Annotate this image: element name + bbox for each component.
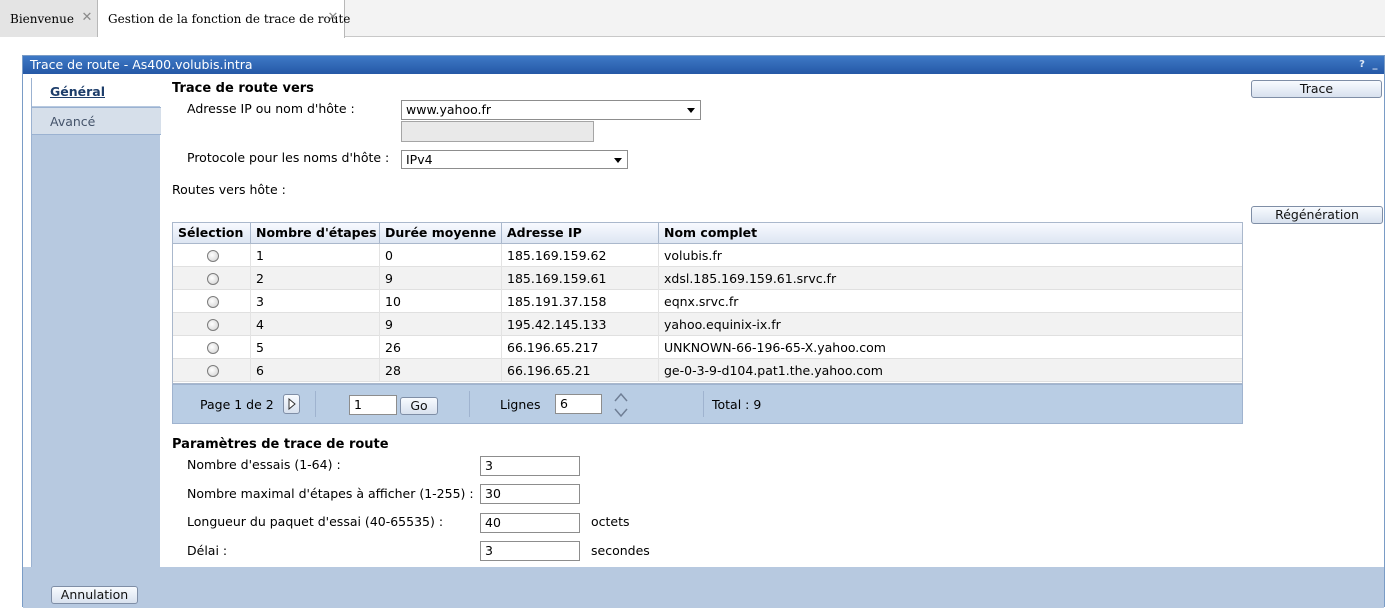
routes-label: Routes vers hôte : (172, 182, 286, 197)
table-row[interactable]: 1 0 185.169.159.62 volubis.fr (173, 244, 1242, 267)
chevron-down-icon[interactable] (687, 108, 695, 113)
maxsteps-input[interactable]: 30 (480, 484, 580, 504)
regeneration-button[interactable]: Régénération (1251, 206, 1383, 224)
routes-table: Sélection Nombre d'étapes Durée moyenne … (172, 222, 1243, 384)
protocol-label: Protocole pour les noms d'hôte : (187, 150, 390, 165)
cell-name: ge-0-3-9-d104.pat1.the.yahoo.com (664, 363, 883, 378)
tab-bar: Bienvenue ✕ Gestion de la fonction de tr… (0, 0, 1385, 38)
tab-bienvenue[interactable]: Bienvenue ✕ (0, 0, 98, 37)
stepper-arrows-icon[interactable] (613, 391, 629, 419)
cell-ip: 185.169.159.61 (502, 267, 659, 290)
cell-name: UNKNOWN-66-196-65-X.yahoo.com (664, 340, 886, 355)
sidebar-item-avance[interactable]: Avancé (32, 107, 161, 135)
tab-label: Gestion de la fonction de trace de route (108, 12, 351, 26)
col-full-name[interactable]: Nom complet (659, 223, 1243, 244)
cell-steps: 3 (251, 290, 380, 313)
go-button[interactable]: Go (400, 397, 438, 415)
triangle-right-icon (288, 397, 296, 411)
sidebar-item-general[interactable]: Général (32, 78, 161, 106)
table-row[interactable]: 3 10 185.191.37.158 eqnx.srvc.fr (173, 290, 1242, 313)
length-unit: octets (591, 514, 630, 529)
table-row[interactable]: 5 26 66.196.65.217 UNKNOWN-66-196-65-X.y… (173, 336, 1242, 359)
cell-name: yahoo.equinix-ix.fr (664, 317, 781, 332)
protocol-select[interactable]: IPv4 (401, 150, 628, 169)
page-indicator: Page 1 de 2 (200, 397, 274, 412)
tab-gestion-trace-route[interactable]: Gestion de la fonction de trace de route… (98, 0, 350, 38)
delay-unit: secondes (591, 543, 650, 558)
row-radio[interactable] (207, 273, 219, 285)
delay-input[interactable]: 3 (480, 541, 580, 561)
cell-ip: 66.196.65.217 (502, 336, 659, 359)
cell-steps: 2 (251, 267, 380, 290)
col-selection[interactable]: Sélection (173, 223, 251, 244)
col-avg-duration[interactable]: Durée moyenne (380, 223, 502, 244)
host-label: Adresse IP ou nom d'hôte : (187, 101, 355, 116)
host-combobox[interactable]: www.yahoo.fr (401, 100, 701, 120)
tries-input[interactable]: 3 (480, 456, 580, 476)
close-icon[interactable]: ✕ (327, 11, 339, 24)
maxsteps-label: Nombre maximal d'étapes à afficher (1-25… (187, 486, 474, 501)
table-row[interactable]: 2 9 185.169.159.61 xdsl.185.169.159.61.s… (173, 267, 1242, 290)
cell-steps: 4 (251, 313, 380, 336)
cell-avg: 0 (380, 244, 502, 267)
next-page-button[interactable] (283, 394, 300, 414)
row-radio[interactable] (207, 365, 219, 377)
lines-input[interactable]: 6 (555, 394, 602, 414)
cell-avg: 9 (380, 313, 502, 336)
cell-steps: 1 (251, 244, 380, 267)
delay-label: Délai : (187, 543, 228, 558)
protocol-value: IPv4 (406, 152, 433, 167)
footer-bar: Annulation (23, 567, 1384, 608)
lines-label: Lignes (500, 397, 541, 412)
chevron-down-icon[interactable] (614, 158, 622, 163)
window-titlebar: Trace de route - As400.volubis.intra ? _ (23, 56, 1384, 74)
cell-avg: 9 (380, 267, 502, 290)
minimize-icon[interactable]: _ (1370, 58, 1380, 71)
pagination-bar: Page 1 de 2 1 Go Lignes 6 Total : 9 (172, 384, 1243, 424)
col-ip-address[interactable]: Adresse IP (502, 223, 659, 244)
row-radio[interactable] (207, 319, 219, 331)
cell-avg: 28 (380, 359, 502, 382)
trace-route-window: Trace de route - As400.volubis.intra ? _… (22, 55, 1385, 608)
cell-ip: 185.191.37.158 (502, 290, 659, 313)
params-heading: Paramètres de trace de route (172, 437, 389, 452)
row-radio[interactable] (207, 250, 219, 262)
cell-name: volubis.fr (664, 248, 722, 263)
cancel-button[interactable]: Annulation (51, 586, 138, 604)
page-number-input[interactable]: 1 (349, 395, 397, 415)
section-heading: Trace de route vers (172, 81, 314, 96)
tab-label: Bienvenue (10, 11, 74, 26)
cell-name: eqnx.srvc.fr (664, 294, 739, 309)
table-header: Sélection Nombre d'étapes Durée moyenne … (173, 223, 1242, 244)
trace-button[interactable]: Trace (1251, 80, 1382, 98)
help-icon[interactable]: ? (1357, 58, 1367, 71)
total-count: Total : 9 (712, 397, 762, 412)
cell-name: xdsl.185.169.159.61.srvc.fr (664, 271, 837, 286)
col-steps[interactable]: Nombre d'étapes (251, 223, 380, 244)
table-row[interactable]: 6 28 66.196.65.21 ge-0-3-9-d104.pat1.the… (173, 359, 1242, 382)
sidebar: Général Avancé (31, 78, 161, 567)
row-radio[interactable] (207, 342, 219, 354)
row-radio[interactable] (207, 296, 219, 308)
cell-steps: 5 (251, 336, 380, 359)
main-content: Trace de route vers Adresse IP ou nom d'… (160, 78, 1384, 567)
close-icon[interactable]: ✕ (81, 11, 93, 24)
cell-ip: 195.42.145.133 (502, 313, 659, 336)
cell-avg: 26 (380, 336, 502, 359)
length-label: Longueur du paquet d'essai (40-65535) : (187, 514, 444, 529)
length-input[interactable]: 40 (480, 513, 580, 533)
cell-ip: 66.196.65.21 (502, 359, 659, 382)
host-value: www.yahoo.fr (406, 102, 492, 117)
cell-steps: 6 (251, 359, 380, 382)
cell-ip: 185.169.159.62 (502, 244, 659, 267)
window-title: Trace de route - As400.volubis.intra (30, 57, 253, 72)
cell-avg: 10 (380, 290, 502, 313)
host-extra-field (401, 121, 594, 142)
table-row[interactable]: 4 9 195.42.145.133 yahoo.equinix-ix.fr (173, 313, 1242, 336)
tries-label: Nombre d'essais (1-64) : (187, 457, 341, 472)
